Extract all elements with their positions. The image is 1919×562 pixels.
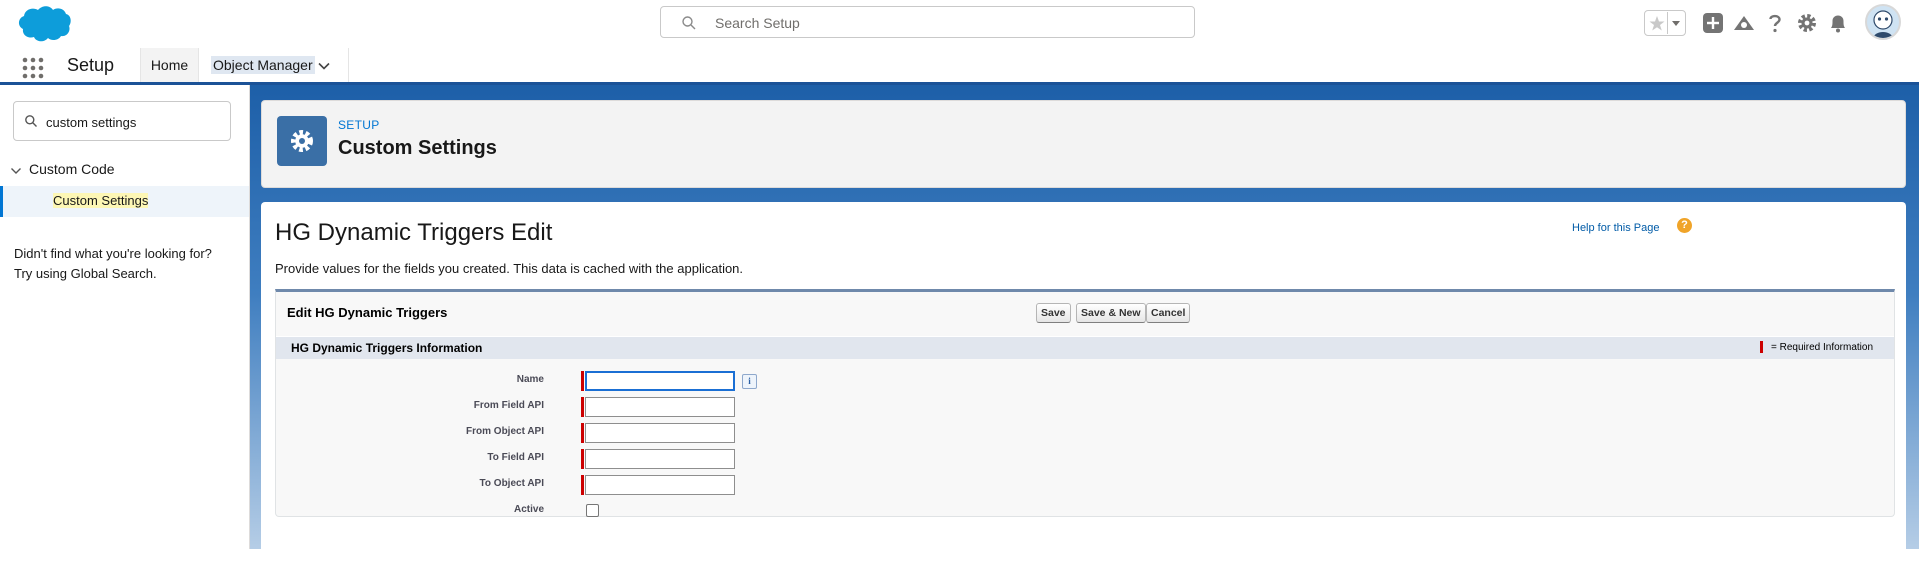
app-name: Setup [67,55,115,75]
field-label: Name [516,374,544,385]
page-description: Provide values for the fields you create… [275,261,744,276]
active-checkbox[interactable] [586,504,599,517]
main-content-area: SETUP Custom Settings HG Dynamic Trigger… [250,85,1919,562]
required-indicator [581,423,584,443]
field-row-from-field-api: From Field API [276,397,1276,417]
astro-avatar-icon [1873,10,1893,38]
field-row-to-object-api: To Object API [276,475,1276,495]
trailhead-icon[interactable] [1731,10,1757,36]
edit-page-title: HG Dynamic Triggers Edit [275,219,553,246]
info-icon[interactable]: i [742,374,757,389]
field-label: From Object API [466,426,544,437]
tab-object-manager[interactable]: Object Manager [199,48,349,82]
name-input[interactable] [585,371,735,391]
cancel-button[interactable]: Cancel [1146,303,1191,323]
star-icon[interactable] [1647,12,1668,34]
field-label: To Object API [479,478,544,489]
field-row-active: Active [276,501,1276,521]
required-indicator [581,371,584,391]
app-launcher-icon[interactable] [22,57,44,79]
save-button[interactable]: Save [1036,303,1071,323]
chevron-down-icon[interactable] [10,165,22,177]
setup-gear-icon[interactable] [1794,10,1820,36]
setup-tree-panel: Custom Code Custom Settings Didn't find … [0,85,250,549]
user-avatar[interactable] [1865,4,1901,40]
global-header [0,0,1919,49]
field-input-wrap [581,449,735,469]
required-indicator [1760,341,1763,353]
global-actions-icon[interactable] [1700,10,1726,36]
help-question-icon[interactable]: ? [1677,218,1692,233]
field-row-name: Name i [276,371,1276,391]
from-object-api-input[interactable] [585,423,735,443]
setup-gear-icon [277,116,327,166]
global-search-input[interactable] [713,11,1177,35]
field-row-to-field-api: To Field API [276,449,1276,469]
field-label: To Field API [487,452,544,463]
favorites-dropdown-icon[interactable] [1667,12,1685,34]
required-indicator [581,449,584,469]
section-title: HG Dynamic Triggers Information [291,341,483,355]
search-icon [682,16,696,30]
to-field-api-input[interactable] [585,449,735,469]
chevron-down-icon[interactable] [317,59,331,73]
field-label: From Field API [473,400,544,411]
field-input-wrap [581,397,735,417]
field-input-wrap [581,371,735,391]
save-and-new-button[interactable]: Save & New [1076,303,1146,323]
search-help-text: Didn't find what you're looking for? Try… [14,244,239,284]
page-header: SETUP Custom Settings [261,100,1906,188]
help-icon[interactable] [1762,10,1788,36]
section-header: HG Dynamic Triggers Information = Requir… [276,336,1894,359]
field-row-from-object-api: From Object API [276,423,1276,443]
quick-find[interactable] [13,101,231,141]
tab-home[interactable]: Home [140,48,199,82]
quick-find-input[interactable] [44,110,228,134]
from-field-api-input[interactable] [585,397,735,417]
to-object-api-input[interactable] [585,475,735,495]
required-indicator [581,475,584,495]
edit-page: HG Dynamic Triggers Edit Help for this P… [261,202,1906,562]
required-indicator [581,397,584,417]
page-title: Custom Settings [338,137,497,159]
tab-home-label: Home [150,57,189,73]
search-help-line2: Try using Global Search. [14,266,157,281]
notifications-bell-icon[interactable] [1825,10,1851,36]
tab-object-manager-label: Object Manager [211,56,315,74]
search-help-line1: Didn't find what you're looking for? [14,246,212,261]
tree-node-label: Custom Code [29,161,115,177]
field-label: Active [513,504,544,515]
field-input-wrap [581,423,735,443]
global-search[interactable] [660,6,1195,38]
page-block-title: Edit HG Dynamic Triggers [287,305,448,320]
help-for-page-link[interactable]: Help for this Page [1572,222,1659,234]
salesforce-logo[interactable] [14,4,72,44]
search-icon [25,115,37,127]
tree-item-custom-settings[interactable]: Custom Settings [0,186,249,217]
field-input-wrap [581,475,735,495]
page-block: Edit HG Dynamic Triggers Save Save & New… [275,289,1895,517]
required-info-label: = Required Information [1771,342,1874,353]
favorites-button[interactable] [1644,10,1686,36]
page-eyebrow: SETUP [338,118,380,132]
tree-item-label: Custom Settings [53,193,149,208]
context-bar: Setup Home Object Manager [0,48,1919,85]
